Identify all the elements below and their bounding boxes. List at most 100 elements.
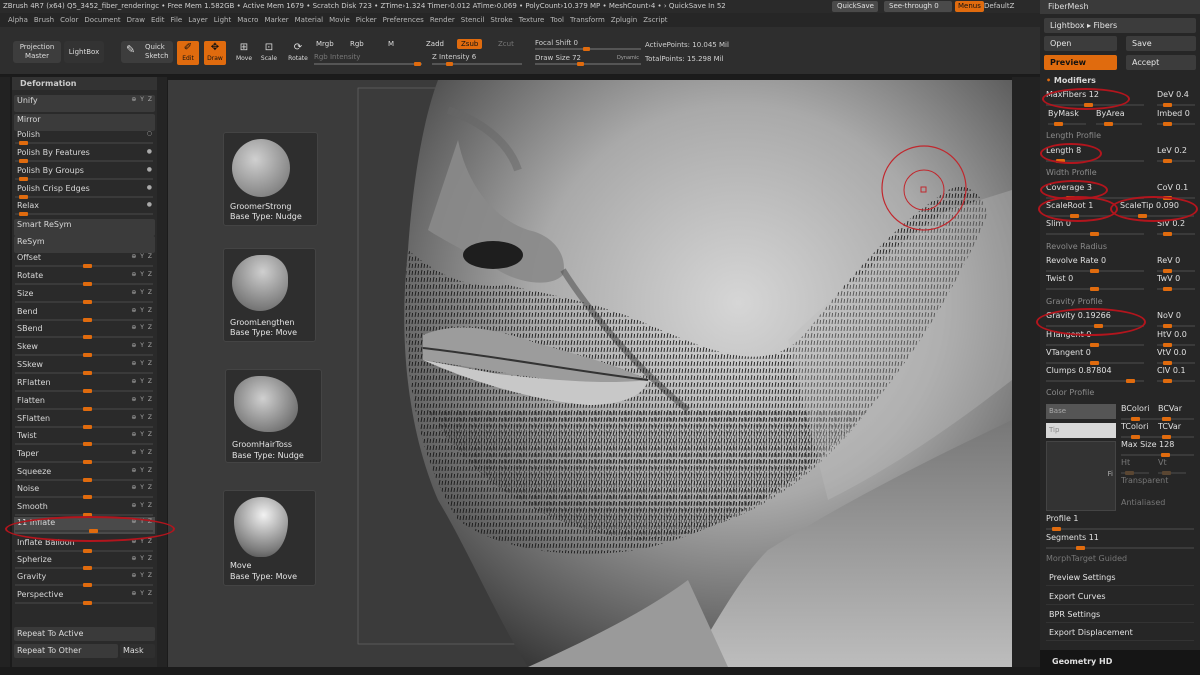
gravity-profile-header[interactable]: Gravity Profile xyxy=(1046,297,1103,306)
dynamic-toggle[interactable]: Dynamic xyxy=(617,55,639,61)
twist-slider[interactable]: Twist 0 xyxy=(1046,274,1146,291)
left-tray-grip[interactable] xyxy=(0,77,10,667)
brush-card-groomerstrong[interactable]: GroomerStrong Base Type: Nudge xyxy=(223,132,318,226)
deform-slider-track[interactable] xyxy=(15,300,153,304)
slim-slider[interactable]: Slim 0 xyxy=(1046,219,1146,236)
menu-alpha[interactable]: Alpha xyxy=(8,16,28,24)
repeat-to-active-button[interactable]: Repeat To Active xyxy=(14,627,155,641)
antialiased-toggle[interactable]: Antialiased xyxy=(1121,498,1196,514)
deform-skew[interactable]: Skew ⊕ Y Z xyxy=(14,341,155,358)
menu-document[interactable]: Document xyxy=(84,16,120,24)
deform-flatten[interactable]: Flatten ⊕ Y Z xyxy=(14,395,155,412)
bymask-slider[interactable]: ByMask xyxy=(1048,109,1088,126)
menu-marker[interactable]: Marker xyxy=(264,16,288,24)
imbed-slider[interactable]: Imbed 0 xyxy=(1157,109,1197,126)
axis-toggle-icons[interactable]: ⊕ Y Z xyxy=(131,96,153,103)
deform-slider-track[interactable] xyxy=(15,159,153,163)
profile-slider[interactable]: Profile 1 xyxy=(1046,514,1196,531)
canvas-viewport[interactable]: GroomerStrong Base Type: Nudge GroomLeng… xyxy=(168,80,1012,667)
draw-size-slider[interactable]: Draw Size 72 xyxy=(535,54,581,62)
deform-slider-track[interactable] xyxy=(15,371,153,375)
export-curves-menu[interactable]: Export Curves xyxy=(1046,589,1194,605)
tip-color-swatch[interactable]: Tip xyxy=(1046,423,1116,438)
axis-toggle-icons[interactable]: ⊕ Y Z xyxy=(131,307,153,314)
bpr-settings-menu[interactable]: BPR Settings xyxy=(1046,607,1194,623)
deform-smart-resym[interactable]: Smart ReSym xyxy=(14,219,155,236)
axis-toggle-icons[interactable]: ⊕ Y Z xyxy=(131,484,153,491)
slider-knob[interactable] xyxy=(83,264,92,268)
slider-knob[interactable] xyxy=(83,389,92,393)
slider-knob[interactable] xyxy=(83,371,92,375)
preview-button[interactable]: Preview xyxy=(1044,55,1117,70)
deform-perspective[interactable]: Perspective ⊕ Y Z xyxy=(14,589,155,606)
deform-sflatten[interactable]: SFlatten ⊕ Y Z xyxy=(14,413,155,430)
vt-slider[interactable]: Vt xyxy=(1158,458,1188,475)
slider-knob[interactable] xyxy=(19,177,28,181)
deform-slider-track[interactable] xyxy=(15,583,153,587)
rgb-toggle[interactable]: Rgb xyxy=(346,39,368,49)
deform-slider-track[interactable] xyxy=(15,318,153,322)
htv-slider[interactable]: HtV 0.0 xyxy=(1157,330,1197,347)
slider-knob[interactable] xyxy=(83,583,92,587)
slider-knob[interactable] xyxy=(83,601,92,605)
focal-shift-track[interactable] xyxy=(535,47,641,51)
vtv-slider[interactable]: VtV 0.0 xyxy=(1157,348,1197,365)
axis-toggle-icons[interactable]: ⊕ Y Z xyxy=(131,449,153,456)
slider-knob[interactable] xyxy=(83,318,92,322)
vtangent-slider[interactable]: VTangent 0 xyxy=(1046,348,1146,365)
slider-knob[interactable] xyxy=(83,460,92,464)
deform-twist[interactable]: Twist ⊕ Y Z xyxy=(14,430,155,447)
slider-knob[interactable] xyxy=(83,282,92,286)
move-mode-button[interactable]: ⊞ Move xyxy=(233,41,255,65)
axis-toggle-icons[interactable]: ⊕ Y Z xyxy=(131,342,153,349)
draw-size-track[interactable] xyxy=(535,62,641,66)
see-through-slider[interactable]: See-through 0 xyxy=(884,1,952,12)
axis-toggle-icons[interactable]: ● xyxy=(147,201,153,208)
menus-toggle[interactable]: Menus xyxy=(955,1,984,12)
slider-knob[interactable] xyxy=(19,159,28,163)
slider-knob[interactable] xyxy=(83,478,92,482)
axis-toggle-icons[interactable]: ⊕ Y Z xyxy=(131,271,153,278)
ht-slider[interactable]: Ht xyxy=(1121,458,1151,475)
axis-toggle-icons[interactable]: ⊕ Y Z xyxy=(131,324,153,331)
slider-knob[interactable] xyxy=(83,335,92,339)
deform-unify[interactable]: Unify ⊕ Y Z xyxy=(14,95,155,112)
deform-squeeze[interactable]: Squeeze ⊕ Y Z xyxy=(14,466,155,483)
repeat-to-other-button[interactable]: Repeat To Other xyxy=(14,644,118,658)
brush-card-groomhairtoss[interactable]: GroomHairToss Base Type: Nudge xyxy=(225,369,322,463)
tcvar-slider[interactable]: TCVar xyxy=(1158,422,1196,439)
deform-slider-track[interactable] xyxy=(15,264,153,268)
segments-slider[interactable]: Segments 11 xyxy=(1046,533,1196,550)
quick-sketch-button[interactable]: ✎ Quick Sketch xyxy=(121,41,173,63)
axis-toggle-icons[interactable]: ⊕ Y Z xyxy=(131,253,153,260)
menu-texture[interactable]: Texture xyxy=(519,16,545,24)
clv-slider[interactable]: ClV 0.1 xyxy=(1157,366,1197,383)
menu-zplugin[interactable]: Zplugin xyxy=(611,16,637,24)
menu-zscript[interactable]: Zscript xyxy=(643,16,667,24)
axis-toggle-icons[interactable]: ⊕ Y Z xyxy=(131,590,153,597)
deform-resym[interactable]: ReSym xyxy=(14,236,155,253)
byarea-slider[interactable]: ByArea xyxy=(1096,109,1144,126)
fiber-texture-slot[interactable]: Fi xyxy=(1046,441,1116,511)
m-toggle[interactable]: M xyxy=(384,39,398,49)
menu-draw[interactable]: Draw xyxy=(127,16,145,24)
menu-light[interactable]: Light xyxy=(214,16,231,24)
deform-relax[interactable]: Relax ● xyxy=(14,200,155,217)
menu-movie[interactable]: Movie xyxy=(329,16,350,24)
open-button[interactable]: Open xyxy=(1044,36,1117,51)
deform-bend[interactable]: Bend ⊕ Y Z xyxy=(14,306,155,323)
deform-slider-track[interactable] xyxy=(15,335,153,339)
axis-toggle-icons[interactable]: ⊕ Y Z xyxy=(131,360,153,367)
save-button[interactable]: Save xyxy=(1126,36,1196,51)
deform-size[interactable]: Size ⊕ Y Z xyxy=(14,288,155,305)
bcvar-slider[interactable]: BCVar xyxy=(1158,404,1196,421)
deform-slider-track[interactable] xyxy=(15,442,153,446)
axis-toggle-icons[interactable]: ⊕ Y Z xyxy=(131,555,153,562)
axis-toggle-icons[interactable]: ⊕ Y Z xyxy=(131,289,153,296)
deform-sskew[interactable]: SSkew ⊕ Y Z xyxy=(14,359,155,376)
deform-polish[interactable]: Polish ○ xyxy=(14,129,155,146)
scale-mode-button[interactable]: ⊡ Scale xyxy=(258,41,280,65)
deform-polish-by-features[interactable]: Polish By Features ● xyxy=(14,147,155,164)
quicksave-button[interactable]: QuickSave xyxy=(832,1,878,12)
menu-preferences[interactable]: Preferences xyxy=(383,16,424,24)
